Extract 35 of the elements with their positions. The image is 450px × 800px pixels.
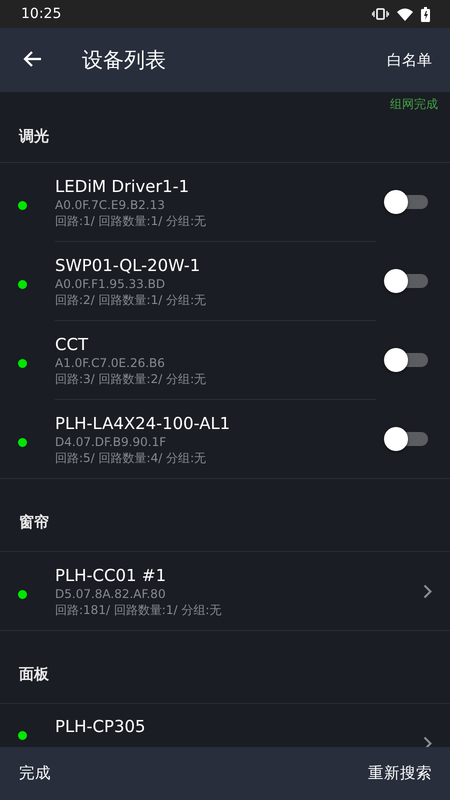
whitelist-button[interactable]: 白名单 (387, 50, 432, 70)
device-address: D4.07.DF.B9.90.1F (55, 434, 168, 450)
device-address: D5.07.8A.82.AF.80 (55, 586, 167, 602)
device-name: PLH-CC01 #1 (55, 564, 168, 586)
device-name: PLH-CP305 (55, 716, 146, 737)
section-title: 面板 (19, 665, 49, 684)
chevron-right-icon[interactable] (423, 736, 432, 747)
device-address: A0.0F.F1.95.33.BD (55, 276, 166, 292)
section-title: 窗帘 (19, 513, 49, 532)
network-status: 组网完成 (390, 96, 438, 110)
rescan-button[interactable]: 重新搜索 (368, 763, 432, 784)
device-name: LEDiM Driver1-1 (55, 176, 190, 196)
toggle-switch[interactable] (384, 269, 428, 293)
chevron-right-icon[interactable] (423, 584, 432, 598)
device-address: A0.0F.7C.E9.B2.13 (55, 196, 166, 212)
toggle-switch[interactable] (384, 427, 428, 451)
section-title: 调光 (19, 126, 49, 146)
device-name: CCT (55, 334, 90, 354)
back-arrow-icon (22, 49, 42, 69)
page-title: 设备列表 (82, 47, 167, 74)
toggle-switch[interactable] (384, 190, 428, 214)
clock-time: 10:25 (21, 6, 62, 22)
vibrate-icon (372, 8, 389, 20)
device-info: 回路:2/ 回路数量:1/ 分组:无 (55, 292, 208, 308)
toggle-switch[interactable] (384, 348, 428, 372)
wifi-icon (397, 8, 413, 20)
device-info: 回路:181/ 回路数量:1/ 分组:无 (55, 602, 222, 618)
battery-icon (421, 6, 430, 22)
device-name: SWP01-QL-20W-1 (55, 254, 202, 276)
done-button[interactable]: 完成 (19, 763, 51, 784)
device-info: 回路:1/ 回路数量:1/ 分组:无 (55, 212, 208, 228)
device-info: 回路:3/ 回路数量:2/ 分组:无 (55, 370, 208, 386)
device-address: A1.0F.C7.0E.26.B6 (55, 354, 166, 370)
device-info: 回路:5/ 回路数量:4/ 分组:无 (55, 450, 208, 466)
device-name: PLH-LA4X24-100-AL1 (55, 412, 232, 434)
